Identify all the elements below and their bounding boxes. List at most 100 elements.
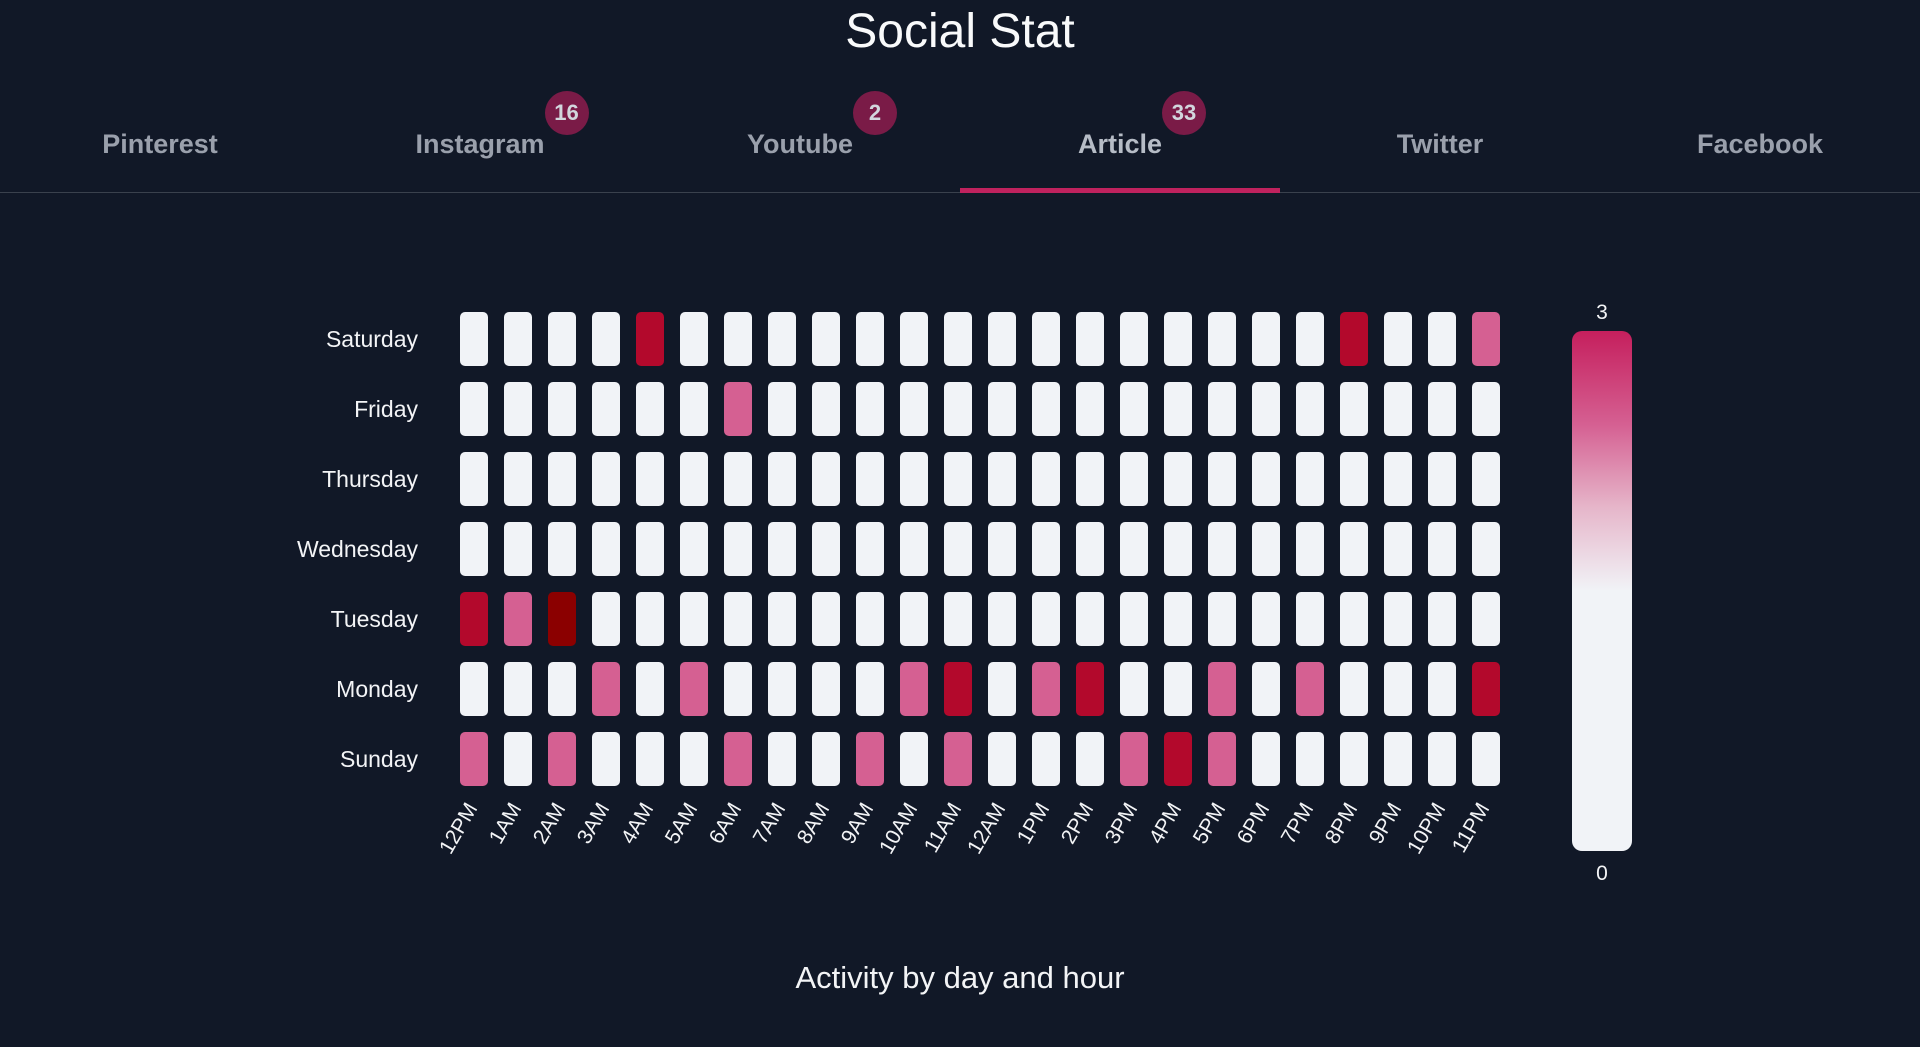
heatmap-cell[interactable] <box>1428 382 1456 436</box>
heatmap-cell[interactable] <box>856 732 884 786</box>
heatmap-cell[interactable] <box>1164 312 1192 366</box>
heatmap-cell[interactable] <box>460 312 488 366</box>
heatmap-cell[interactable] <box>988 732 1016 786</box>
heatmap-cell[interactable] <box>768 592 796 646</box>
heatmap-cell[interactable] <box>504 592 532 646</box>
heatmap-cell[interactable] <box>592 662 620 716</box>
heatmap-cell[interactable] <box>1076 592 1104 646</box>
heatmap-cell[interactable] <box>812 522 840 576</box>
heatmap-cell[interactable] <box>724 312 752 366</box>
heatmap-cell[interactable] <box>724 732 752 786</box>
heatmap-cell[interactable] <box>900 312 928 366</box>
heatmap-cell[interactable] <box>768 312 796 366</box>
heatmap-cell[interactable] <box>1076 522 1104 576</box>
heatmap-cell[interactable] <box>592 382 620 436</box>
heatmap-cell[interactable] <box>1428 662 1456 716</box>
heatmap-cell[interactable] <box>1340 662 1368 716</box>
heatmap-cell[interactable] <box>1384 452 1412 506</box>
heatmap-cell[interactable] <box>1032 312 1060 366</box>
heatmap-cell[interactable] <box>548 662 576 716</box>
heatmap-cell[interactable] <box>460 522 488 576</box>
heatmap-cell[interactable] <box>1076 452 1104 506</box>
tab-twitter[interactable]: Twitter <box>1280 96 1600 192</box>
heatmap-cell[interactable] <box>460 732 488 786</box>
heatmap-cell[interactable] <box>548 732 576 786</box>
heatmap-cell[interactable] <box>460 662 488 716</box>
heatmap-cell[interactable] <box>460 452 488 506</box>
heatmap-cell[interactable] <box>900 452 928 506</box>
heatmap-cell[interactable] <box>1340 522 1368 576</box>
heatmap-cell[interactable] <box>724 452 752 506</box>
heatmap-cell[interactable] <box>1076 662 1104 716</box>
heatmap-cell[interactable] <box>1252 522 1280 576</box>
tab-facebook[interactable]: Facebook <box>1600 96 1920 192</box>
heatmap-cell[interactable] <box>1208 662 1236 716</box>
heatmap-cell[interactable] <box>812 312 840 366</box>
heatmap-cell[interactable] <box>592 522 620 576</box>
heatmap-cell[interactable] <box>1340 312 1368 366</box>
heatmap-cell[interactable] <box>944 522 972 576</box>
heatmap-cell[interactable] <box>1296 382 1324 436</box>
heatmap-cell[interactable] <box>1340 452 1368 506</box>
heatmap-cell[interactable] <box>988 522 1016 576</box>
heatmap-cell[interactable] <box>856 452 884 506</box>
heatmap-cell[interactable] <box>768 452 796 506</box>
heatmap-cell[interactable] <box>900 522 928 576</box>
heatmap-cell[interactable] <box>504 662 532 716</box>
heatmap-cell[interactable] <box>1164 452 1192 506</box>
heatmap-cell[interactable] <box>768 522 796 576</box>
heatmap-cell[interactable] <box>636 592 664 646</box>
heatmap-cell[interactable] <box>1428 732 1456 786</box>
heatmap-cell[interactable] <box>988 592 1016 646</box>
tab-article[interactable]: Article 33 <box>960 90 1280 193</box>
heatmap-cell[interactable] <box>1032 592 1060 646</box>
heatmap-cell[interactable] <box>856 662 884 716</box>
tab-youtube[interactable]: Youtube 2 <box>640 90 960 192</box>
heatmap-cell[interactable] <box>1164 382 1192 436</box>
heatmap-cell[interactable] <box>1472 732 1500 786</box>
heatmap-cell[interactable] <box>1164 732 1192 786</box>
heatmap-cell[interactable] <box>1472 312 1500 366</box>
heatmap-cell[interactable] <box>988 312 1016 366</box>
heatmap-cell[interactable] <box>636 732 664 786</box>
heatmap-cell[interactable] <box>680 522 708 576</box>
heatmap-cell[interactable] <box>856 312 884 366</box>
heatmap-cell[interactable] <box>548 592 576 646</box>
heatmap-cell[interactable] <box>1472 662 1500 716</box>
heatmap-cell[interactable] <box>504 732 532 786</box>
heatmap-cell[interactable] <box>724 662 752 716</box>
heatmap-cell[interactable] <box>1032 522 1060 576</box>
heatmap-cell[interactable] <box>504 452 532 506</box>
heatmap-cell[interactable] <box>1428 522 1456 576</box>
heatmap-cell[interactable] <box>1296 592 1324 646</box>
heatmap-cell[interactable] <box>1384 732 1412 786</box>
heatmap-cell[interactable] <box>724 522 752 576</box>
heatmap-cell[interactable] <box>1208 522 1236 576</box>
heatmap-cell[interactable] <box>1208 312 1236 366</box>
heatmap-cell[interactable] <box>1120 522 1148 576</box>
heatmap-cell[interactable] <box>900 662 928 716</box>
heatmap-cell[interactable] <box>1472 452 1500 506</box>
heatmap-cell[interactable] <box>1252 382 1280 436</box>
heatmap-cell[interactable] <box>1384 382 1412 436</box>
heatmap-cell[interactable] <box>548 452 576 506</box>
heatmap-cell[interactable] <box>812 382 840 436</box>
heatmap-cell[interactable] <box>1384 662 1412 716</box>
heatmap-cell[interactable] <box>548 312 576 366</box>
heatmap-cell[interactable] <box>768 662 796 716</box>
heatmap-cell[interactable] <box>1032 732 1060 786</box>
heatmap-cell[interactable] <box>636 522 664 576</box>
heatmap-cell[interactable] <box>680 732 708 786</box>
heatmap-cell[interactable] <box>1164 592 1192 646</box>
heatmap-cell[interactable] <box>900 732 928 786</box>
heatmap-cell[interactable] <box>1076 382 1104 436</box>
heatmap-cell[interactable] <box>1120 452 1148 506</box>
heatmap-cell[interactable] <box>724 592 752 646</box>
heatmap-cell[interactable] <box>1120 382 1148 436</box>
heatmap-cell[interactable] <box>856 592 884 646</box>
heatmap-cell[interactable] <box>944 592 972 646</box>
heatmap-cell[interactable] <box>504 522 532 576</box>
heatmap-cell[interactable] <box>1076 312 1104 366</box>
tab-instagram[interactable]: Instagram 16 <box>320 90 640 192</box>
heatmap-cell[interactable] <box>592 452 620 506</box>
